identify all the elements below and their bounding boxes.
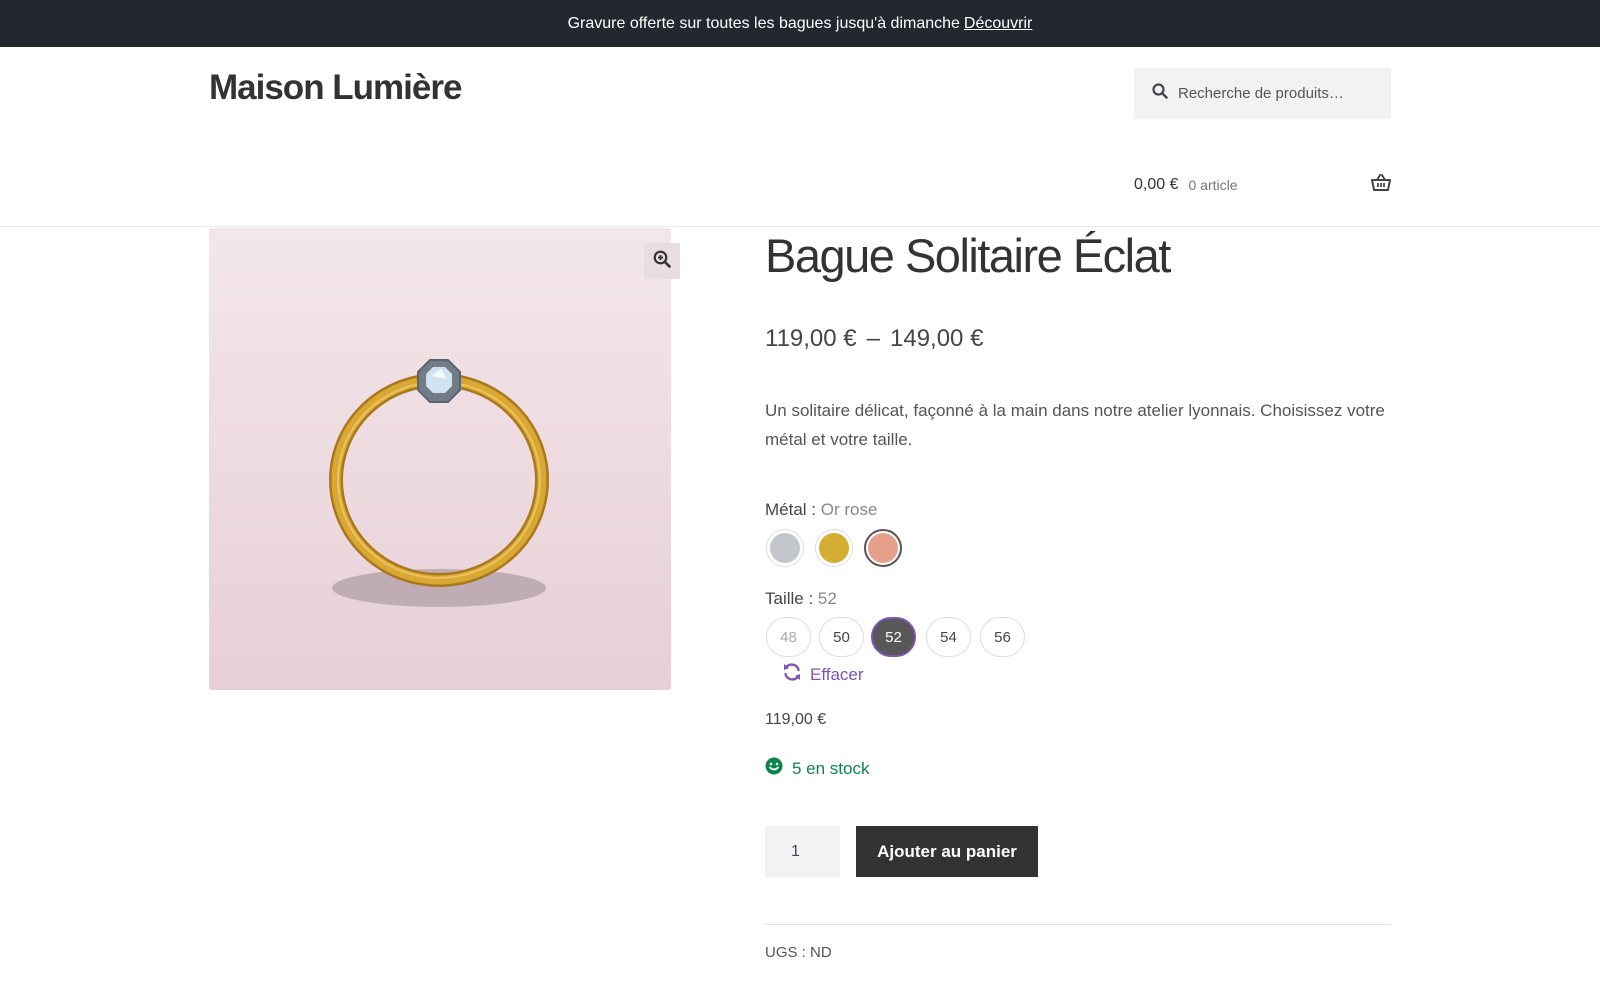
swatch-color	[819, 533, 849, 563]
metal-swatch-silver[interactable]	[766, 529, 804, 567]
product-title: Bague Solitaire Éclat	[765, 229, 1171, 282]
promo-message: Gravure offerte sur toutes les bagues ju…	[567, 14, 960, 32]
size-option-48[interactable]: 48	[766, 617, 811, 657]
sku-label: UGS : ND	[765, 944, 832, 961]
search-box[interactable]	[1134, 68, 1391, 119]
product-gallery[interactable]	[209, 228, 671, 690]
add-to-cart-button[interactable]: Ajouter au panier	[856, 826, 1038, 877]
site-title[interactable]: Maison Lumière	[209, 68, 462, 108]
reset-variations-link[interactable]: Effacer	[782, 662, 864, 687]
size-selected-value: 52	[817, 589, 837, 608]
price-range: 119,00 € –149,00 €	[765, 325, 983, 353]
zoom-in-icon	[653, 250, 671, 273]
swatch-color	[770, 533, 800, 563]
search-input[interactable]	[1178, 85, 1378, 102]
cart-total: 0,00 €	[1134, 176, 1179, 193]
ring-image	[329, 359, 549, 607]
stock-label: 5 en stock	[792, 758, 870, 778]
size-option-54[interactable]: 54	[926, 617, 971, 657]
metal-selected-value: Or rose	[820, 500, 878, 519]
metal-label-text: Métal :	[765, 500, 821, 519]
meta-divider	[765, 924, 1391, 925]
promo-bar: Gravure offerte sur toutes les bagues ju…	[0, 0, 1600, 47]
refresh-icon	[782, 662, 802, 687]
reset-label: Effacer	[810, 664, 864, 684]
size-option-50[interactable]: 50	[819, 617, 864, 657]
basket-icon[interactable]	[1371, 174, 1391, 197]
size-option-52[interactable]: 52	[871, 617, 916, 657]
price-separator: –	[866, 325, 880, 352]
metal-swatch-rose-gold[interactable]	[864, 529, 902, 567]
header-divider	[0, 226, 1600, 227]
zoom-button[interactable]	[644, 243, 680, 279]
cart-summary[interactable]: 0,00 € 0 article	[1134, 170, 1391, 200]
product-description: Un solitaire délicat, façonné à la main …	[765, 401, 1385, 449]
quantity-input[interactable]	[765, 826, 840, 877]
promo-link[interactable]: Découvrir	[964, 15, 1032, 33]
price-max: 149,00 €	[890, 325, 984, 352]
smiley-icon	[765, 757, 783, 780]
metal-label: Métal : Or rose	[765, 500, 877, 520]
swatch-color	[868, 533, 898, 563]
metal-swatch-yellow-gold[interactable]	[815, 529, 853, 567]
size-label-text: Taille :	[765, 589, 818, 608]
size-option-56[interactable]: 56	[980, 617, 1025, 657]
stock-status: 5 en stock	[765, 757, 870, 780]
price-min: 119,00 €	[765, 325, 857, 352]
cart-count: 0 article	[1188, 177, 1238, 193]
size-label: Taille : 52	[765, 589, 837, 609]
variation-price: 119,00 €	[765, 711, 827, 728]
search-icon	[1152, 83, 1168, 104]
